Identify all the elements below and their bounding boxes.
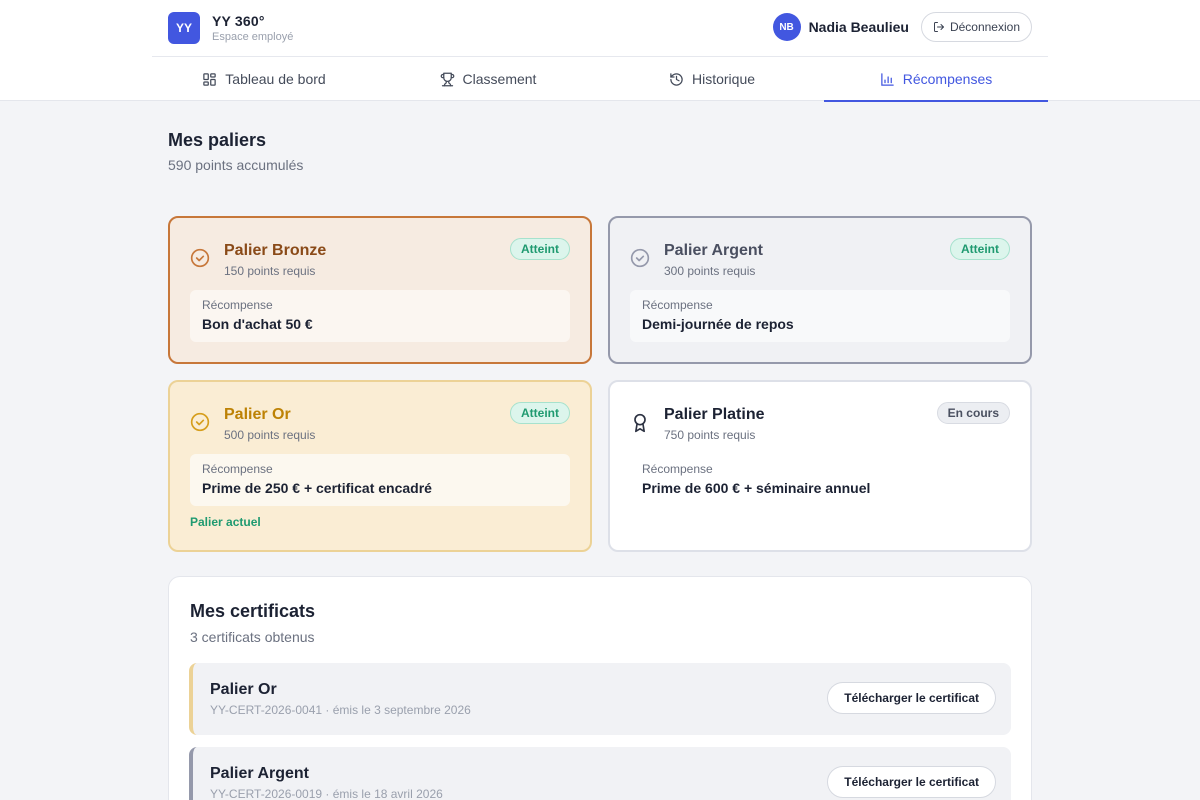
paliers-points: 590 points accumulés (168, 157, 304, 173)
tab-label: Tableau de bord (225, 71, 326, 87)
dashboard-icon (203, 72, 217, 86)
check-circle-icon (630, 248, 650, 268)
certificates-title: Mes certificats (190, 601, 316, 621)
tab-recompenses[interactable]: Récompenses (824, 57, 1048, 102)
tier-name: Palier Platine (664, 406, 765, 423)
trophy-icon (440, 72, 454, 86)
certificate-item: Palier Or YY-CERT-2026-0041 · émis le 3 … (189, 663, 1011, 735)
reward-value: Prime de 600 € + séminaire annuel (642, 480, 871, 496)
current-tier-label: Palier actuel (190, 515, 261, 529)
main-tabs: Tableau de bord Classement Historique Ré… (152, 57, 1048, 102)
brand-subtitle: Espace employé (212, 30, 294, 43)
bar-chart-icon (881, 72, 894, 86)
paliers-title: Mes paliers (168, 130, 267, 150)
reward-box: Récompense Prime de 600 € + séminaire an… (630, 454, 1010, 506)
tab-label: Classement (462, 71, 537, 87)
reward-label: Récompense (202, 462, 273, 476)
logout-icon (933, 22, 944, 32)
reward-value: Prime de 250 € + certificat encadré (202, 480, 432, 496)
certificate-title: Palier Or (210, 681, 277, 698)
status-badge: Atteint (950, 238, 1010, 260)
brand[interactable]: YY YY 360° Espace employé (168, 12, 293, 44)
certificates-panel: Mes certificats 3 certificats obtenus Pa… (168, 576, 1032, 800)
reward-label: Récompense (642, 298, 713, 312)
reward-box: Récompense Bon d'achat 50 € (190, 290, 570, 342)
brand-logo: YY (168, 12, 200, 44)
download-certificate-button[interactable]: Télécharger le certificat (827, 766, 996, 798)
certificate-meta: YY-CERT-2026-0019 · émis le 18 avril 202… (210, 787, 443, 800)
logout-label: Déconnexion (949, 20, 1020, 34)
brand-name: YY 360° (212, 12, 265, 29)
award-icon (634, 413, 646, 433)
avatar[interactable]: NB (772, 13, 801, 41)
certificate-meta: YY-CERT-2026-0041 · émis le 3 septembre … (210, 703, 471, 717)
user-area: NB Nadia Beaulieu Déconnexion (772, 12, 1032, 42)
tier-name: Palier Argent (664, 242, 763, 259)
tier-card-platine: Palier Platine 750 points requis En cour… (608, 380, 1032, 552)
status-badge: Atteint (510, 402, 570, 424)
tab-classement[interactable]: Classement (376, 57, 600, 101)
tier-card-argent: Palier Argent 300 points requis Atteint … (608, 216, 1032, 364)
logout-button[interactable]: Déconnexion (920, 12, 1032, 42)
reward-label: Récompense (202, 298, 273, 312)
reward-label: Récompense (642, 462, 713, 476)
user-name: Nadia Beaulieu (808, 19, 909, 35)
reward-value: Demi-journée de repos (642, 316, 794, 332)
certificates-count: 3 certificats obtenus (190, 629, 315, 645)
tier-card-or: Palier Or 500 points requis Atteint Réco… (168, 380, 592, 552)
tier-requirement: 300 points requis (664, 264, 756, 278)
check-circle-icon (190, 248, 210, 268)
tier-name: Palier Bronze (224, 242, 327, 259)
top-bar: YY YY 360° Espace employé NB Nadia Beaul… (0, 0, 1200, 102)
tab-label: Récompenses (902, 71, 993, 87)
tab-historique[interactable]: Historique (600, 57, 824, 101)
tier-requirement: 750 points requis (664, 428, 756, 442)
tier-card-bronze: Palier Bronze 150 points requis Atteint … (168, 216, 592, 364)
certificate-title: Palier Argent (210, 765, 309, 782)
check-circle-icon (190, 412, 210, 432)
history-icon (670, 72, 683, 86)
brand-text: YY 360° Espace employé (212, 13, 293, 44)
download-certificate-button[interactable]: Télécharger le certificat (827, 682, 996, 714)
reward-box: Récompense Demi-journée de repos (630, 290, 1010, 342)
reward-box: Récompense Prime de 250 € + certificat e… (190, 454, 570, 506)
status-badge: Atteint (510, 238, 570, 260)
tier-requirement: 150 points requis (224, 264, 316, 278)
status-badge: En cours (936, 402, 1010, 424)
reward-value: Bon d'achat 50 € (202, 316, 313, 332)
tier-name: Palier Or (224, 406, 291, 423)
tab-dashboard[interactable]: Tableau de bord (152, 57, 376, 101)
tab-label: Historique (691, 71, 756, 87)
tier-requirement: 500 points requis (224, 428, 316, 442)
certificate-item: Palier Argent YY-CERT-2026-0019 · émis l… (189, 747, 1011, 800)
